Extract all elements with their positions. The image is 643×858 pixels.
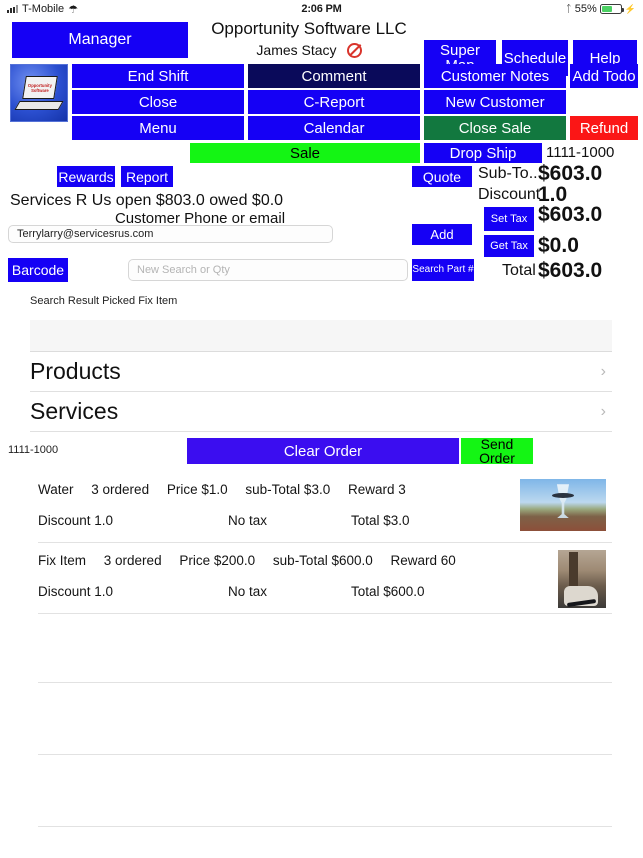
- search-result-placeholder-row[interactable]: [30, 320, 612, 352]
- sale-button[interactable]: Sale: [190, 143, 420, 163]
- empty-row-separator: [38, 754, 612, 755]
- category-row-products[interactable]: Products ›: [30, 352, 612, 392]
- no-entry-icon[interactable]: [346, 42, 362, 58]
- status-bar-clock: 2:06 PM: [301, 3, 342, 15]
- comment-button[interactable]: Comment: [248, 64, 420, 88]
- new-customer-button[interactable]: New Customer: [424, 90, 566, 114]
- barcode-button[interactable]: Barcode: [8, 258, 68, 282]
- category-label-products: Products: [30, 358, 121, 384]
- drop-ship-button[interactable]: Drop Ship: [424, 143, 542, 163]
- item-qty: 3 ordered: [103, 553, 162, 568]
- item-thumbnail[interactable]: [558, 550, 606, 608]
- item-total: Total $3.0: [351, 513, 410, 528]
- c-report-button[interactable]: C-Report: [248, 90, 420, 114]
- item-subtotal: sub-Total $3.0: [245, 482, 331, 497]
- order-line-item-summary: Water 3 ordered Price $1.0 sub-Total $3.…: [38, 482, 420, 497]
- item-total: Total $600.0: [351, 584, 425, 599]
- subtotal-label: Sub-To...: [478, 165, 543, 182]
- customer-summary: Services R Us open $803.0 owed $0.0: [10, 192, 284, 209]
- title-block: Opportunity Software LLC James Stacy: [196, 18, 422, 58]
- item-discount: Discount 1.0: [38, 513, 114, 528]
- quote-button[interactable]: Quote: [412, 166, 472, 187]
- search-input[interactable]: [128, 259, 408, 281]
- order-number-header: 1111-1000: [546, 144, 615, 161]
- item-price: Price $1.0: [166, 482, 228, 497]
- send-order-button[interactable]: Send Order: [461, 437, 533, 465]
- battery-percent-label: 55%: [574, 3, 597, 15]
- calendar-button[interactable]: Calendar: [248, 116, 420, 140]
- user-name: James Stacy: [256, 42, 337, 58]
- tax-base-value: $603.0: [538, 203, 603, 226]
- item-name: Water: [38, 482, 74, 497]
- manager-button[interactable]: Manager: [12, 22, 188, 58]
- laptop-icon: Opportunity Software: [14, 76, 64, 110]
- search-result-label: Search Result Picked Fix Item: [30, 295, 178, 307]
- report-button[interactable]: Report: [121, 166, 173, 187]
- empty-row-separator: [38, 682, 612, 683]
- order-line-item[interactable]: Water 3 ordered Price $1.0 sub-Total $3.…: [38, 472, 612, 543]
- item-discount: Discount 1.0: [38, 584, 114, 599]
- search-part-button[interactable]: Search Part #: [412, 259, 474, 281]
- app-logo[interactable]: Opportunity Software: [10, 64, 68, 122]
- logo-text: Opportunity Software: [28, 82, 52, 93]
- get-tax-button[interactable]: Get Tax: [484, 235, 534, 257]
- order-line-item[interactable]: Fix Item 3 ordered Price $200.0 sub-Tota…: [38, 543, 612, 614]
- empty-row-separator: [38, 826, 612, 827]
- total-label: Total: [502, 262, 536, 279]
- close-button[interactable]: Close: [72, 90, 244, 114]
- end-shift-button[interactable]: End Shift: [72, 64, 244, 88]
- user-row: James Stacy: [196, 42, 422, 58]
- add-button[interactable]: Add: [412, 224, 472, 245]
- tax-amount-value: $0.0: [538, 234, 579, 257]
- item-price: Price $200.0: [179, 553, 256, 568]
- item-qty: 3 ordered: [91, 482, 150, 497]
- item-reward: Reward 3: [347, 482, 406, 497]
- set-tax-button[interactable]: Set Tax: [484, 207, 534, 231]
- item-tax: No tax: [228, 513, 268, 528]
- app-header: Manager Opportunity Software LLC James S…: [0, 18, 643, 76]
- category-label-services: Services: [30, 398, 119, 424]
- customer-notes-button[interactable]: Customer Notes: [424, 64, 566, 88]
- rewards-button[interactable]: Rewards: [57, 166, 115, 187]
- menu-button[interactable]: Menu: [72, 116, 244, 140]
- order-line-item-summary: Fix Item 3 ordered Price $200.0 sub-Tota…: [38, 553, 470, 568]
- bluetooth-icon: ᛏ: [565, 3, 572, 15]
- charging-icon: ⚡: [624, 3, 636, 14]
- item-reward: Reward 60: [390, 553, 456, 568]
- add-todo-button[interactable]: Add Todo: [570, 64, 638, 88]
- close-sale-button[interactable]: Close Sale: [424, 116, 566, 140]
- item-tax: No tax: [228, 584, 268, 599]
- order-number-label: 1111-1000: [8, 444, 59, 456]
- battery-icon: [599, 4, 624, 14]
- company-name: Opportunity Software LLC: [211, 19, 407, 38]
- customer-email-input[interactable]: [8, 225, 333, 243]
- item-subtotal: sub-Total $600.0: [272, 553, 373, 568]
- clear-order-button[interactable]: Clear Order: [187, 438, 459, 464]
- item-name: Fix Item: [38, 553, 87, 568]
- total-value: $603.0: [538, 259, 603, 282]
- item-thumbnail[interactable]: [520, 479, 606, 531]
- chevron-right-icon: ›: [600, 402, 606, 420]
- refund-button[interactable]: Refund: [570, 116, 638, 140]
- status-bar-right: ᛏ 55% ⚡: [566, 3, 636, 15]
- category-row-services[interactable]: Services ›: [30, 392, 612, 432]
- discount-label: Discount: [478, 186, 541, 203]
- chevron-right-icon: ›: [600, 362, 606, 380]
- status-bar: T-Mobile ☂ 2:06 PM ᛏ 55% ⚡: [0, 0, 643, 18]
